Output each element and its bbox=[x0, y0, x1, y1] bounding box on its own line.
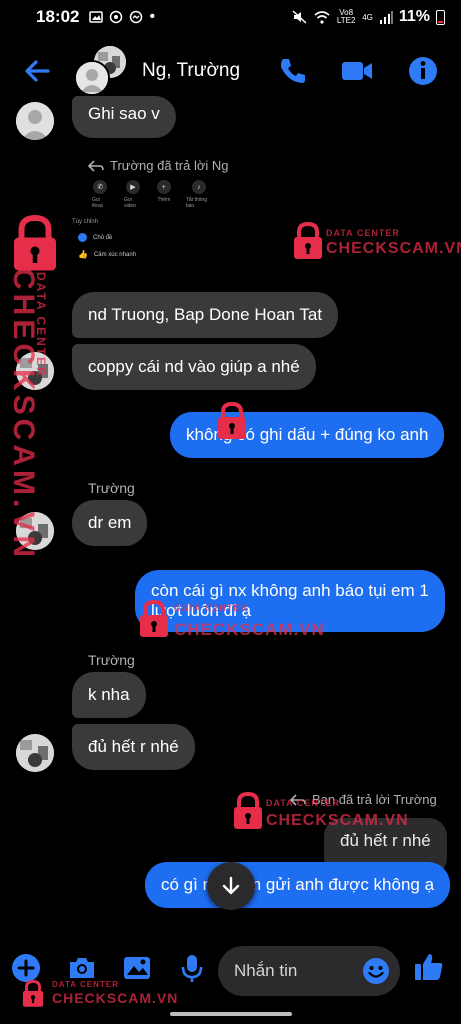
reply-arrow-icon bbox=[88, 159, 104, 172]
quoted-option-label: Cảm xúc nhanh bbox=[93, 251, 136, 258]
watermark-brand: CHECKSCAM.VN bbox=[326, 240, 461, 257]
watermark-top-text: DATA CENTER bbox=[174, 603, 248, 613]
quoted-image[interactable]: ✆ Gọi thoại ▶ Gọi video + Thêm ♪ Tắt thông b… bbox=[72, 180, 212, 290]
phone-call-icon[interactable] bbox=[276, 54, 310, 88]
quoted-action-label: Thêm bbox=[157, 197, 171, 203]
phone-small-icon: ✆ bbox=[93, 180, 108, 194]
watermark-top-text: DATA CENTER bbox=[326, 228, 400, 238]
message-bubble-outgoing[interactable]: không có ghi dấu + đúng ko anh bbox=[170, 412, 445, 458]
quoted-action-label: Tắt thông báo bbox=[185, 197, 207, 209]
message-text: coppy cái nd vào giúp a nhé bbox=[88, 357, 300, 376]
watermark-top-text: DATA CENTER bbox=[266, 798, 340, 808]
status-system-icons: Vo8 LTE2 4G 11% bbox=[292, 8, 445, 26]
message-text: k nha bbox=[88, 685, 130, 704]
sender-name: Trường bbox=[88, 652, 135, 668]
back-arrow-icon[interactable] bbox=[22, 56, 52, 86]
quoted-action-label: Gọi thoại bbox=[92, 197, 103, 209]
message-composer[interactable] bbox=[218, 946, 400, 996]
emoji-icon[interactable] bbox=[362, 957, 390, 985]
status-time: 18:02 bbox=[36, 7, 80, 26]
gallery-icon[interactable] bbox=[121, 952, 153, 984]
quoted-action-label: Gọi video bbox=[123, 197, 136, 209]
message-text: đủ hết r nhé bbox=[88, 737, 179, 756]
messenger-notification-icon bbox=[130, 10, 143, 24]
contact-avatar-ng[interactable] bbox=[16, 102, 54, 140]
battery-percent: 11% bbox=[398, 8, 430, 25]
message-bubble-incoming[interactable]: coppy cái nd vào giúp a nhé bbox=[72, 344, 316, 390]
video-small-icon: ▶ bbox=[125, 180, 140, 194]
watermark-brand-vertical: CHECKSCAM.VN bbox=[7, 268, 40, 562]
watermark-lock-icon bbox=[14, 214, 56, 271]
watermark-top-text: DATA CENTER bbox=[52, 980, 119, 989]
watermark-lock-icon bbox=[234, 791, 262, 829]
like-thumbs-up-icon[interactable] bbox=[412, 950, 446, 984]
watermark-lock-icon bbox=[294, 221, 322, 259]
home-indicator bbox=[170, 1012, 292, 1016]
quoted-option: Chủ đề bbox=[78, 233, 212, 242]
conversation-title[interactable]: Ng, Trường bbox=[142, 60, 240, 82]
quoted-reply-text: đủ hết r nhé bbox=[340, 831, 431, 850]
sender-name: Trường bbox=[88, 480, 135, 496]
quoted-action: + Thêm bbox=[156, 180, 171, 209]
quoted-section-label: Tùy chỉnh bbox=[72, 219, 99, 225]
message-bubble-incoming[interactable]: dr em bbox=[72, 500, 148, 546]
scroll-to-bottom-button[interactable] bbox=[207, 862, 255, 910]
info-icon[interactable] bbox=[406, 54, 440, 88]
message-bubble-incoming[interactable]: Ghi sao v bbox=[72, 96, 176, 138]
wifi-icon bbox=[314, 10, 330, 24]
mute-icon bbox=[292, 10, 307, 24]
arrow-down-icon bbox=[222, 876, 240, 895]
network-gen: 4G bbox=[362, 12, 373, 22]
message-text: nd Truong, Bap Done Hoan Tat bbox=[88, 305, 323, 324]
like-small-icon: 👍 bbox=[78, 250, 88, 259]
video-call-icon[interactable] bbox=[340, 54, 374, 88]
gallery-notification-icon bbox=[89, 11, 104, 23]
conversation-header: Ng, Trường bbox=[0, 34, 461, 106]
message-bubble-incoming[interactable]: nd Truong, Bap Done Hoan Tat bbox=[72, 292, 339, 338]
quoted-action: ▶ Gọi video bbox=[124, 180, 142, 209]
signal-icon bbox=[379, 10, 393, 24]
reply-indicator-text: Trường đã trả lời Ng bbox=[110, 158, 229, 173]
watermark-lock-icon bbox=[22, 979, 44, 1007]
message-text: Ghi sao v bbox=[88, 104, 160, 123]
status-notification-icons: • bbox=[89, 8, 155, 26]
quoted-action: ♪ Tắt thông báo bbox=[186, 180, 212, 209]
network-label: Vo8 LTE2 bbox=[336, 8, 356, 25]
add-person-small-icon: + bbox=[156, 180, 171, 194]
message-text: dr em bbox=[88, 513, 132, 532]
message-bubble-outgoing[interactable]: có gì nữa em gửi anh được không ạ bbox=[145, 862, 451, 908]
whatsapp-notification-icon bbox=[110, 10, 123, 24]
message-text: có gì nữa em gửi anh được không ạ bbox=[161, 875, 435, 894]
more-notifications-dot-icon: • bbox=[149, 8, 156, 25]
quoted-action: ✆ Gọi thoại bbox=[92, 180, 109, 209]
theme-dot-icon bbox=[78, 233, 87, 242]
quoted-option-label: Chủ đề bbox=[93, 234, 113, 241]
battery-icon bbox=[436, 9, 445, 25]
watermark-brand: CHECKSCAM.VN bbox=[52, 990, 179, 1006]
bell-small-icon: ♪ bbox=[191, 180, 206, 194]
watermark-brand: CHECKSCAM.VN bbox=[266, 812, 409, 829]
member-avatar-default bbox=[74, 60, 110, 96]
quoted-actions-row: ✆ Gọi thoại ▶ Gọi video + Thêm ♪ Tắt thông b… bbox=[92, 180, 212, 209]
group-avatar[interactable] bbox=[74, 46, 130, 98]
contact-avatar-truong[interactable] bbox=[16, 734, 54, 772]
quoted-option: 👍 Cảm xúc nhanh bbox=[78, 250, 212, 259]
watermark-brand: CHECKSCAM.VN bbox=[174, 620, 325, 639]
reply-indicator: Trường đã trả lời Ng bbox=[88, 158, 228, 173]
microphone-icon[interactable] bbox=[176, 952, 208, 984]
watermark-lock-icon bbox=[218, 401, 246, 439]
status-bar: 18:02 • Vo8 LTE2 4G 11% bbox=[0, 0, 461, 34]
message-bubble-incoming[interactable]: k nha bbox=[72, 672, 146, 718]
message-text-line: còn cái gì nx không anh báo tụi em 1 bbox=[151, 581, 429, 600]
watermark-lock-icon bbox=[140, 599, 168, 637]
message-bubble-incoming[interactable]: đủ hết r nhé bbox=[72, 724, 195, 770]
message-input[interactable] bbox=[234, 946, 354, 996]
